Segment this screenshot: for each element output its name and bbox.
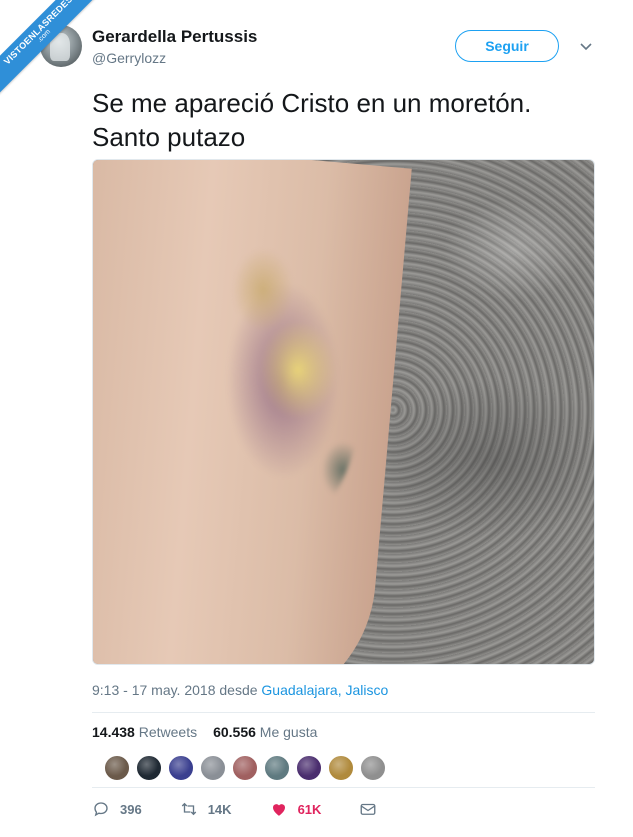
retweets-count: 14.438 <box>92 724 135 740</box>
tweet-actions: 396 14K 61K <box>92 800 377 818</box>
author-handle[interactable]: @Gerrylozz <box>92 50 166 66</box>
liker-avatar[interactable] <box>263 754 291 782</box>
tweet-photo[interactable] <box>92 159 595 665</box>
envelope-icon <box>360 803 376 815</box>
reply-button[interactable]: 396 <box>92 800 142 818</box>
likes-label: Me gusta <box>259 724 318 740</box>
reply-icon <box>94 802 108 817</box>
divider <box>92 787 595 788</box>
liker-avatar[interactable] <box>327 754 355 782</box>
retweets-stat[interactable]: 14.438 Retweets <box>92 724 197 740</box>
liker-avatar[interactable] <box>231 754 259 782</box>
tweet-text: Se me apareció Cristo en un moretón. San… <box>92 88 532 152</box>
tweet-stats: 14.438 Retweets 60.556 Me gusta <box>92 724 317 740</box>
location-link[interactable]: Guadalajara, Jalisco <box>261 682 388 698</box>
like-button[interactable]: 61K <box>270 800 322 818</box>
follow-button[interactable]: Seguir <box>455 30 559 62</box>
heart-icon <box>272 804 285 816</box>
liker-avatar[interactable] <box>167 754 195 782</box>
likes-count: 60.556 <box>213 724 256 740</box>
timestamp-time: 9:13 - 17 may. 2018 desde <box>92 682 262 698</box>
direct-message-button[interactable] <box>359 800 377 818</box>
retweet-count: 14K <box>207 801 232 817</box>
photo-bruise <box>203 230 363 530</box>
author-name[interactable]: Gerardella Pertussis <box>92 27 257 47</box>
like-count: 61K <box>297 801 322 817</box>
divider <box>92 712 595 713</box>
chevron-down-icon[interactable] <box>578 38 594 54</box>
liker-avatar[interactable] <box>199 754 227 782</box>
retweet-icon <box>181 802 196 816</box>
liker-avatars <box>103 754 387 782</box>
liker-avatar[interactable] <box>295 754 323 782</box>
liker-avatar[interactable] <box>103 754 131 782</box>
retweet-button[interactable]: 14K <box>180 800 232 818</box>
tweet-timestamp: 9:13 - 17 may. 2018 desde Guadalajara, J… <box>92 682 388 698</box>
liker-avatar[interactable] <box>135 754 163 782</box>
liker-avatar[interactable] <box>359 754 387 782</box>
reply-count: 396 <box>120 801 142 817</box>
likes-stat[interactable]: 60.556 Me gusta <box>213 724 317 740</box>
retweets-label: Retweets <box>138 724 198 740</box>
